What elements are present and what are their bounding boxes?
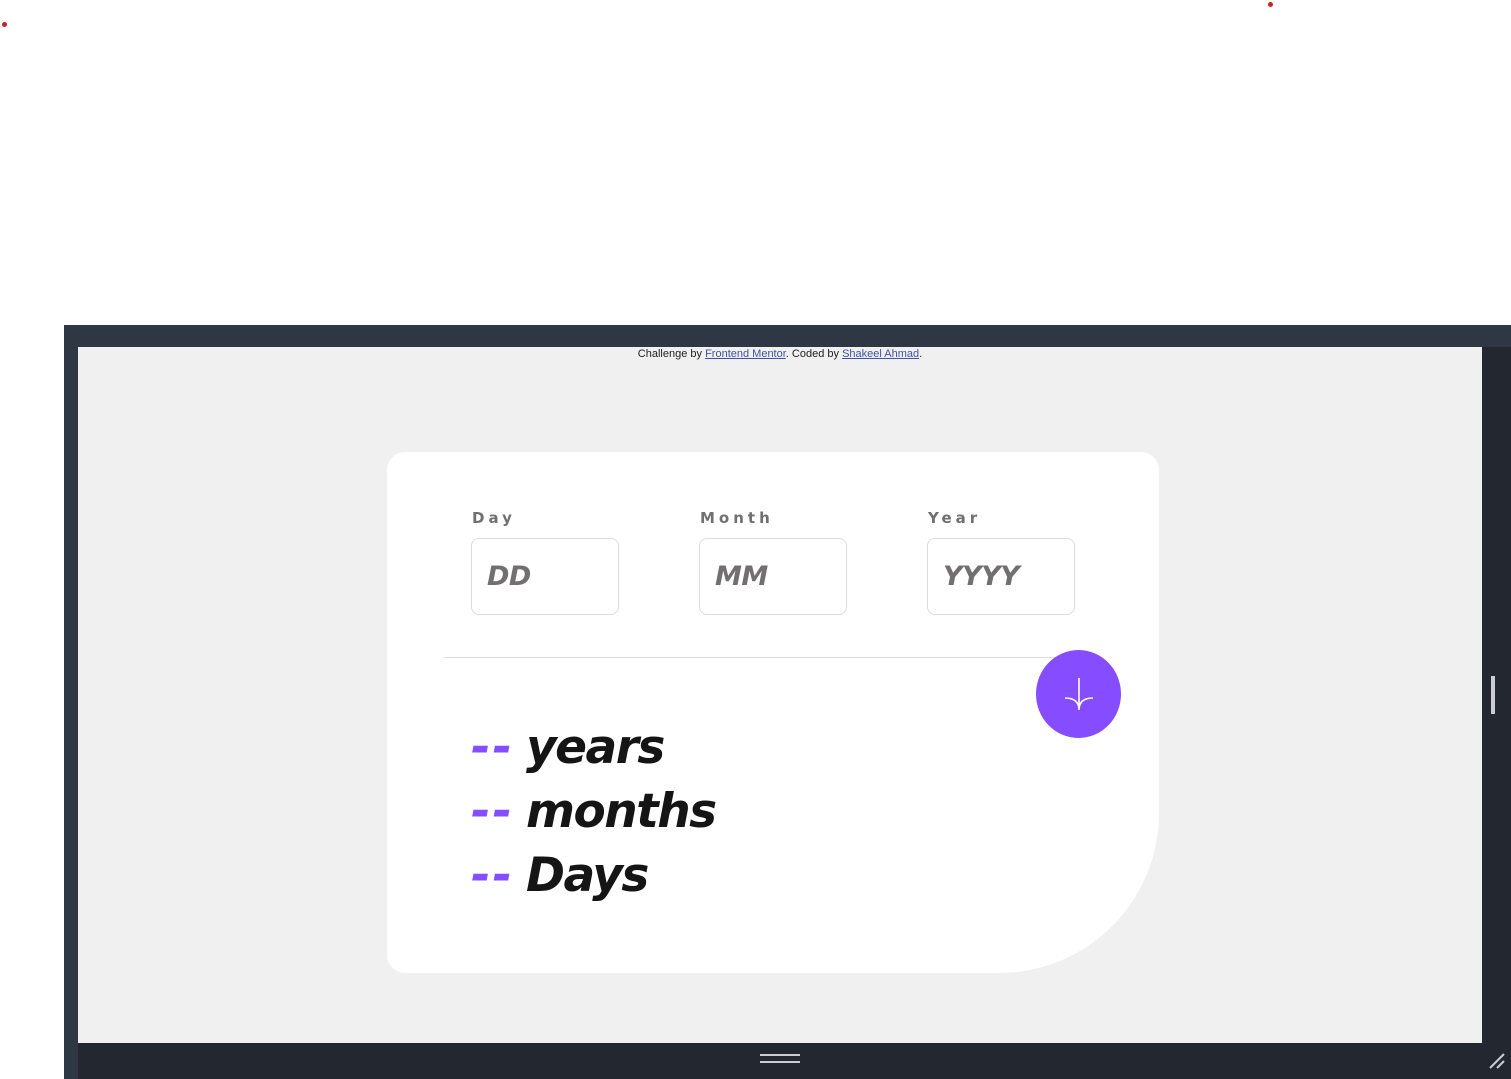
- frontend-mentor-link[interactable]: Frontend Mentor: [705, 348, 786, 360]
- days-unit: Days: [526, 848, 649, 903]
- divider: [444, 657, 1074, 658]
- years-unit: years: [526, 720, 665, 775]
- attribution: Challenge by Frontend Mentor. Coded by S…: [78, 348, 1482, 360]
- year-label: Year: [928, 509, 982, 527]
- day-field: Day DD: [471, 509, 619, 615]
- author-link[interactable]: Shakeel Ahmad: [842, 348, 919, 360]
- day-input[interactable]: DD: [471, 538, 619, 615]
- attribution-prefix: Challenge by: [637, 348, 706, 360]
- attribution-middle: . Coded by: [785, 348, 843, 360]
- vertical-resize-handle[interactable]: [1491, 676, 1495, 714]
- age-calculator-card: Day DD Month MM Year YYYY -- years -- mont…: [387, 452, 1159, 973]
- month-field: Month MM: [699, 509, 847, 615]
- arrow-down-icon: [1064, 678, 1093, 711]
- preview-viewport: Challenge by Frontend Mentor. Coded by S…: [78, 347, 1482, 1043]
- marker-dot: [1268, 2, 1273, 7]
- days-value: --: [471, 848, 515, 903]
- month-label: Month: [700, 509, 774, 527]
- frame-side-bar: [1482, 347, 1511, 1043]
- year-field: Year YYYY: [927, 509, 1075, 615]
- months-value: --: [471, 784, 515, 839]
- attribution-suffix: .: [919, 348, 923, 360]
- marker-dot: [2, 22, 7, 27]
- months-unit: months: [526, 784, 717, 839]
- submit-button[interactable]: [1036, 650, 1121, 738]
- day-label: Day: [472, 509, 516, 527]
- horizontal-resize-handle[interactable]: [760, 1054, 800, 1063]
- result-months: -- months: [471, 788, 717, 835]
- resize-corner-icon[interactable]: [1486, 1050, 1506, 1070]
- years-value: --: [471, 720, 515, 775]
- result-days: -- Days: [471, 852, 649, 899]
- result-years: -- years: [471, 724, 665, 771]
- month-input[interactable]: MM: [699, 538, 847, 615]
- year-input[interactable]: YYYY: [927, 538, 1075, 615]
